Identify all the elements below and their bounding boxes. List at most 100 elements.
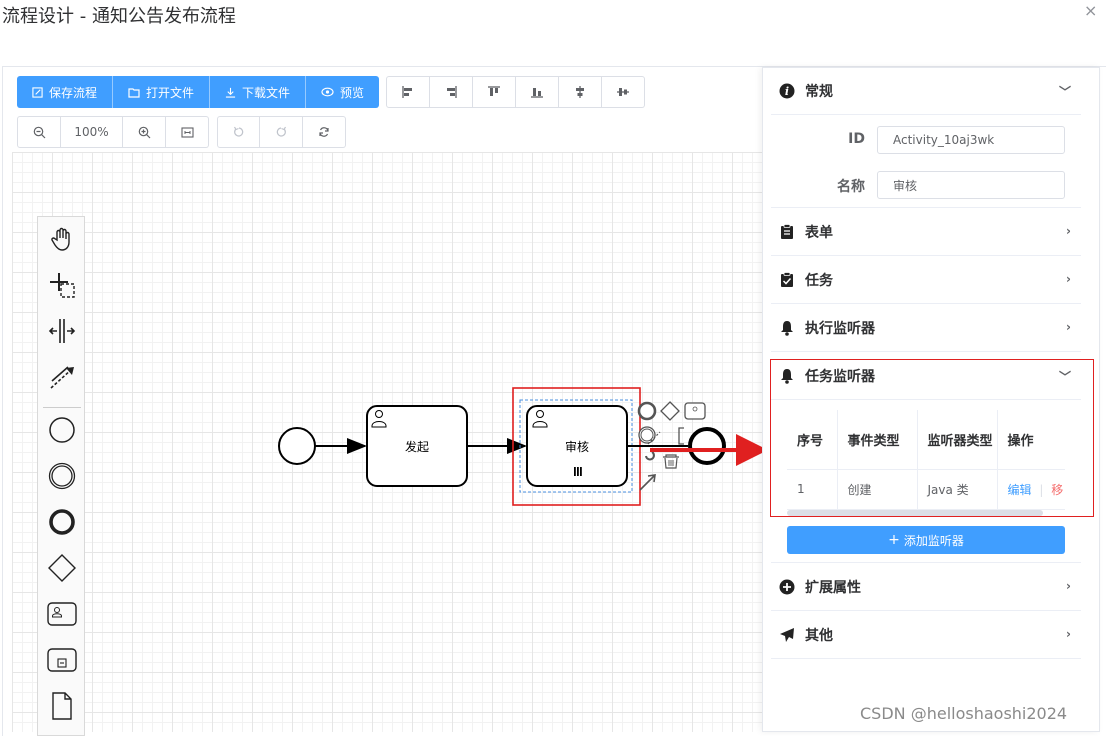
zoom-button-group: 100% [17, 116, 209, 148]
watermark: CSDN @helloshaoshi2024 [860, 704, 1068, 723]
reset-button[interactable] [303, 116, 346, 148]
folder-icon [128, 87, 140, 98]
task-review-label: 审核 [564, 440, 589, 454]
zoom-out-button[interactable] [17, 116, 61, 148]
align-top-icon [488, 86, 500, 96]
user-task-icon [47, 602, 77, 626]
chevron-right-icon: › [1066, 272, 1071, 286]
end-event[interactable] [688, 427, 726, 465]
eye-icon [321, 87, 334, 97]
edit-icon [32, 86, 43, 98]
user-task-tool[interactable] [46, 598, 78, 630]
append-end-event-icon[interactable] [637, 401, 657, 421]
intermediate-event-icon [48, 462, 76, 490]
section-extension-title: 扩展属性 [805, 579, 861, 596]
intermediate-event-tool[interactable] [46, 460, 78, 492]
align-button-group [386, 76, 645, 108]
add-listener-button[interactable]: + 添加监听器 [787, 526, 1065, 554]
section-other-title: 其他 [805, 627, 833, 644]
section-execution-listener-title: 执行监听器 [805, 320, 875, 337]
align-middle-button[interactable] [602, 76, 645, 108]
global-connect-tool[interactable] [46, 361, 78, 393]
lasso-tool[interactable] [46, 269, 78, 301]
name-label: 名称 [837, 179, 865, 195]
chevron-right-icon: › [1066, 320, 1071, 334]
subprocess-tool[interactable] [46, 644, 78, 676]
clipboard-check-icon [781, 271, 793, 287]
close-icon[interactable]: × [1084, 1, 1097, 20]
preview-button[interactable]: 预览 [306, 76, 380, 108]
id-input[interactable]: Activity_10aj3wk [877, 126, 1065, 154]
save-process-button[interactable]: 保存流程 [17, 76, 114, 108]
dialog-title: 流程设计 - 通知公告发布流程 [2, 6, 236, 27]
section-task-title: 任务 [805, 272, 833, 289]
space-tool[interactable] [46, 315, 78, 347]
zoom-out-icon [33, 126, 45, 138]
plus-circle-icon [779, 579, 795, 594]
align-center-icon [576, 86, 584, 98]
align-bottom-icon [531, 88, 543, 98]
align-right-button[interactable] [430, 76, 473, 108]
name-input[interactable]: 审核 [877, 171, 1065, 199]
data-object-tool[interactable] [46, 690, 78, 722]
data-object-icon [52, 692, 72, 720]
section-general-title: 常规 [805, 83, 833, 100]
connect-icon [50, 366, 74, 389]
start-event[interactable] [278, 427, 316, 465]
bpmn-palette [37, 216, 85, 736]
align-bottom-button[interactable] [516, 76, 559, 108]
lasso-icon [50, 273, 75, 298]
info-icon: i [779, 83, 795, 98]
end-event-tool[interactable] [46, 506, 78, 538]
section-task[interactable]: 任务 › [771, 256, 1081, 304]
section-general[interactable]: i 常规 ﹀ [771, 67, 1081, 115]
id-label: ID [848, 131, 865, 147]
align-center-button[interactable] [559, 76, 602, 108]
redo-icon [276, 126, 287, 137]
undo-icon [233, 126, 243, 137]
bell-icon [781, 320, 793, 336]
section-execution-listener[interactable]: 执行监听器 › [771, 304, 1081, 352]
svg-text:i: i [785, 85, 789, 98]
task-initiate-label: 发起 [404, 440, 429, 454]
subprocess-icon [47, 648, 77, 672]
start-event-icon [49, 417, 75, 443]
undo-button[interactable] [217, 116, 260, 148]
fit-screen-icon [180, 126, 194, 138]
space-icon [48, 319, 76, 343]
section-other[interactable]: 其他 › [771, 611, 1081, 659]
zoom-in-button[interactable] [123, 116, 166, 148]
align-left-icon [402, 86, 412, 98]
start-event-tool[interactable] [46, 414, 78, 446]
section-form-title: 表单 [805, 224, 833, 241]
chevron-down-icon: ﹀ [1058, 85, 1071, 99]
highlight-listener-box [770, 359, 1094, 517]
clipboard-icon [781, 223, 793, 239]
chevron-right-icon: › [1066, 627, 1071, 641]
gateway-tool[interactable] [46, 552, 78, 584]
plus-icon: + [888, 532, 900, 548]
download-file-button[interactable]: 下载文件 [210, 76, 307, 108]
section-extension-properties[interactable]: 扩展属性 › [771, 563, 1081, 611]
gateway-icon [48, 554, 76, 582]
chevron-right-icon: › [1066, 224, 1071, 238]
multi-instance-marker [574, 467, 582, 476]
zoom-in-icon [138, 126, 150, 138]
chevron-right-icon: › [1066, 579, 1071, 593]
align-middle-icon [617, 88, 629, 96]
align-right-icon [447, 86, 457, 98]
download-icon [225, 87, 236, 98]
end-event-icon [49, 509, 75, 535]
refresh-icon [319, 127, 329, 137]
paper-plane-icon [780, 627, 794, 642]
open-file-button[interactable]: 打开文件 [113, 76, 211, 108]
hand-icon [51, 227, 70, 251]
hand-tool[interactable] [46, 223, 78, 255]
align-left-button[interactable] [386, 76, 430, 108]
zoom-level[interactable]: 100% [61, 116, 123, 148]
file-button-group: 保存流程 打开文件 下载文件 预览 [17, 76, 380, 108]
section-form[interactable]: 表单 › [771, 208, 1081, 256]
redo-button[interactable] [260, 116, 303, 148]
fit-viewport-button[interactable] [166, 116, 209, 148]
align-top-button[interactable] [473, 76, 516, 108]
